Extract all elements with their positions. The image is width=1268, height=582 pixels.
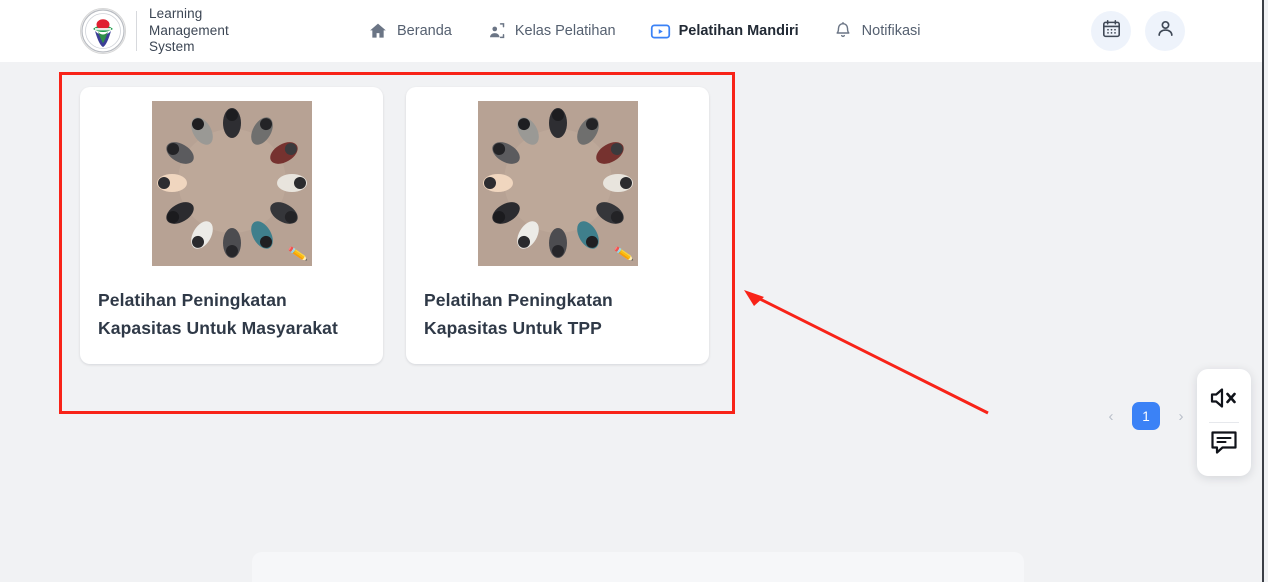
nav-label-pelatihan-mandiri: Pelatihan Mandiri (678, 23, 799, 39)
brand-title: Learning Management System (149, 6, 229, 56)
course-card[interactable]: ✏️ Pelatihan Peningkatan Kapasitas Untuk… (80, 87, 383, 364)
course-title: Pelatihan Peningkatan Kapasitas Untuk TP… (424, 290, 613, 338)
annotation-arrow (744, 290, 989, 415)
brand-line-1: Learning (149, 6, 203, 22)
bell-icon (833, 21, 853, 41)
top-navbar: Learning Management System Beranda Kelas… (0, 0, 1262, 62)
course-card-list: ✏️ Pelatihan Peningkatan Kapasitas Untuk… (80, 87, 709, 364)
pencil-icon: ✏️ (287, 244, 309, 265)
brand-line-3: System (149, 39, 195, 55)
video-play-icon (650, 21, 670, 41)
presentation-person-icon (486, 21, 506, 41)
main-navigation: Beranda Kelas Pelatihan Pelatihan Mandir… (368, 0, 920, 62)
floating-action-panel (1197, 369, 1251, 476)
pagination-page-1[interactable]: 1 (1132, 402, 1160, 430)
course-card[interactable]: ✏️ Pelatihan Peningkatan Kapasitas Untuk… (406, 87, 709, 364)
course-thumbnail: ✏️ (151, 101, 312, 266)
window-right-border (1262, 0, 1264, 582)
speaker-muted-icon (1209, 385, 1239, 416)
course-title: Pelatihan Peningkatan Kapasitas Untuk Ma… (98, 290, 338, 338)
pagination-next-button[interactable]: › (1168, 403, 1194, 429)
chat-button[interactable] (1197, 423, 1251, 467)
nav-item-kelas-pelatihan[interactable]: Kelas Pelatihan (486, 0, 616, 62)
brand-divider (136, 11, 137, 51)
course-thumbnail: ✏️ (477, 101, 638, 266)
government-emblem-logo-icon (80, 8, 126, 54)
nav-label-kelas-pelatihan: Kelas Pelatihan (514, 23, 616, 39)
footer-panel (252, 552, 1024, 582)
pagination-prev-button[interactable]: ‹ (1098, 403, 1124, 429)
home-icon (368, 21, 388, 41)
calendar-button[interactable] (1091, 11, 1131, 51)
header-action-buttons (1091, 11, 1185, 51)
pagination: ‹ 1 › (1098, 402, 1194, 430)
chat-bubble-icon (1209, 429, 1239, 462)
mute-toggle-button[interactable] (1197, 378, 1251, 422)
nav-item-pelatihan-mandiri[interactable]: Pelatihan Mandiri (650, 0, 799, 62)
app-root: Learning Management System Beranda Kelas… (0, 0, 1268, 582)
brand-logo-group[interactable]: Learning Management System (80, 6, 229, 56)
pencil-icon: ✏️ (613, 244, 635, 265)
calendar-icon (1101, 18, 1122, 44)
nav-item-beranda[interactable]: Beranda (368, 0, 452, 62)
nav-item-notifikasi[interactable]: Notifikasi (833, 0, 921, 62)
nav-label-notifikasi: Notifikasi (861, 23, 921, 39)
brand-line-2: Management (149, 22, 229, 38)
course-thumbnail-wrap: ✏️ (98, 101, 365, 266)
nav-label-beranda: Beranda (397, 23, 452, 39)
user-icon (1155, 18, 1176, 44)
profile-button[interactable] (1145, 11, 1185, 51)
course-thumbnail-wrap: ✏️ (424, 101, 691, 266)
